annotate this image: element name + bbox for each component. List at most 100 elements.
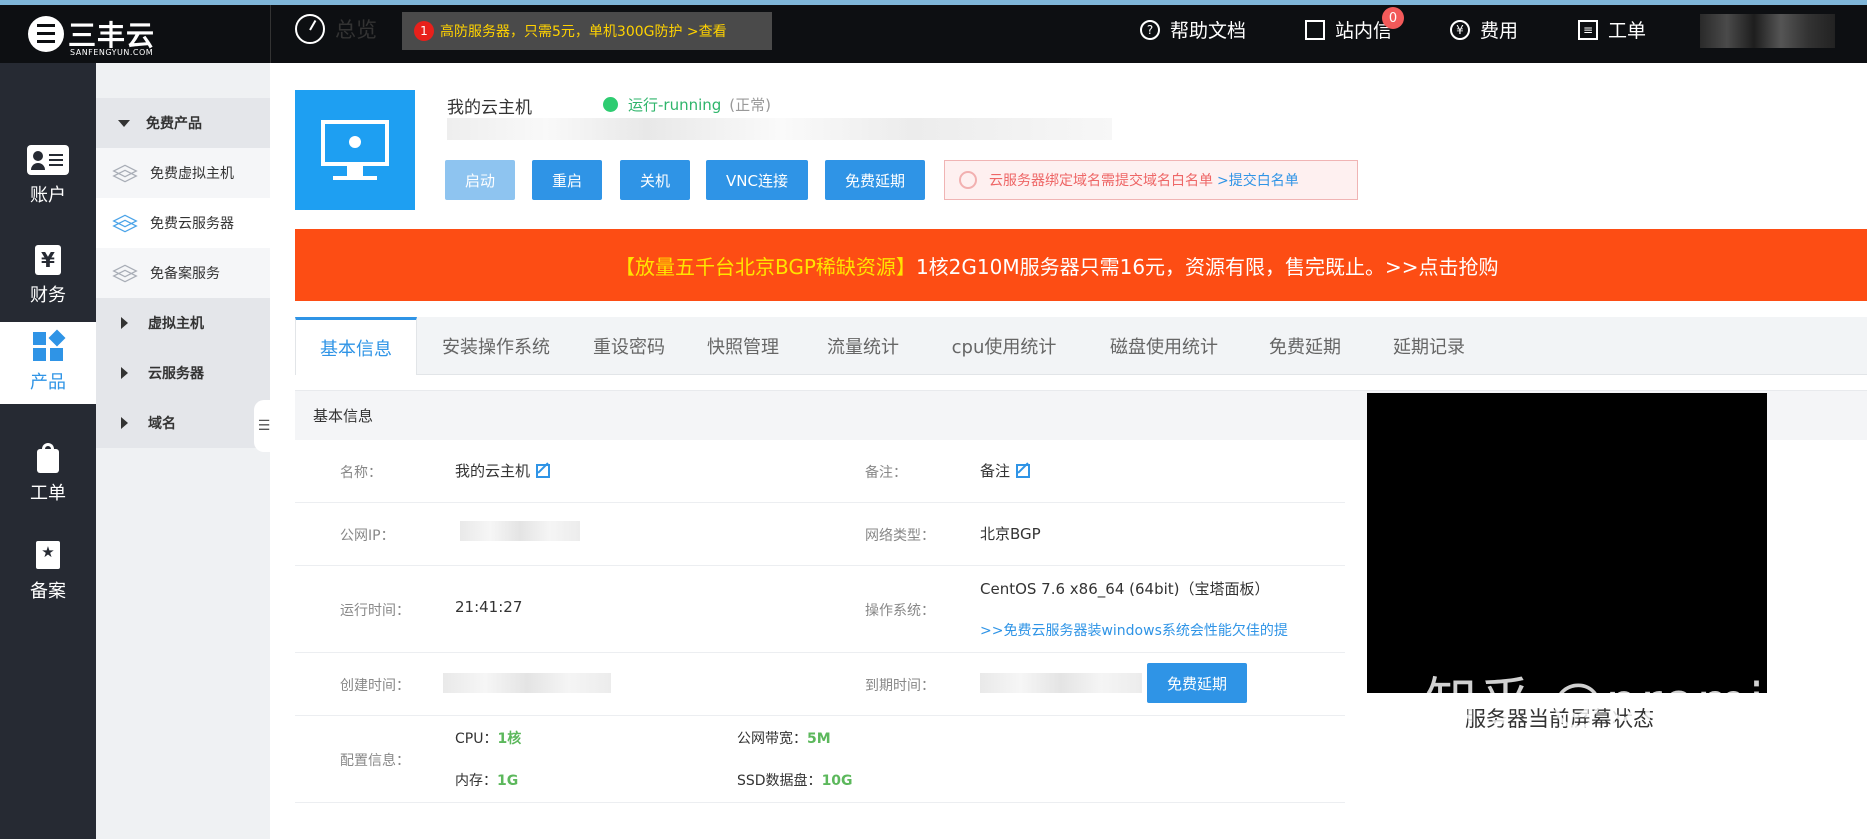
dashboard-icon — [295, 14, 325, 44]
overview-link[interactable]: 总览 — [295, 14, 377, 44]
disk-label: SSD数据盘： — [737, 773, 822, 789]
envelope-icon — [1305, 19, 1325, 40]
help-docs-link[interactable]: ? 帮助文档 — [1140, 16, 1246, 43]
edit-remark-icon[interactable] — [1016, 464, 1031, 478]
tab-cpu-stats[interactable]: cpu使用统计 — [923, 317, 1085, 375]
uptime-value: 21:41:27 — [455, 598, 523, 616]
restart-button[interactable]: 重启 — [532, 160, 602, 200]
shutdown-button[interactable]: 关机 — [620, 160, 690, 200]
sidebar-label-account: 账户 — [30, 185, 66, 206]
expire-label: 到期时间： — [865, 678, 935, 694]
host-status: 运行-running (正常) — [603, 94, 771, 115]
sidebar-item-account[interactable]: 账户 — [0, 135, 96, 217]
subnav-item-free-no-filing[interactable]: 免备案服务 — [96, 248, 270, 298]
caret-down-icon — [118, 119, 130, 127]
monitor-base — [333, 176, 377, 180]
tab-free-extend[interactable]: 免费延期 — [1243, 317, 1367, 375]
fees-label: 费用 — [1480, 20, 1519, 42]
sidebar-item-tickets[interactable]: 工单 — [0, 433, 96, 515]
remark-label: 备注： — [865, 465, 907, 481]
host-details-blurred — [447, 118, 1112, 140]
tab-traffic-stats[interactable]: 流量统计 — [803, 317, 923, 375]
subnav-label: 免费云服务器 — [150, 216, 234, 232]
monitor-stand — [347, 166, 363, 176]
info-row: 配置信息： CPU：1核 公网带宽：5M 内存：1G SSD数据盘：10G — [295, 716, 1345, 803]
promo-text: 高防服务器，只需5元，单机300G防护 >查看 — [440, 24, 727, 40]
subnav-item-free-vhost[interactable]: 免费虚拟主机 — [96, 148, 270, 198]
tab-disk-stats[interactable]: 磁盘使用统计 — [1085, 317, 1243, 375]
memory-value: 1G — [497, 773, 519, 789]
free-extend-button[interactable]: 免费延期 — [825, 160, 925, 200]
subnav-group-domain[interactable]: 域名 — [96, 398, 270, 448]
cpu-spec: CPU：1核 — [455, 728, 521, 748]
start-button[interactable]: 启动 — [445, 160, 515, 200]
vnc-connect-button[interactable]: VNC连接 — [706, 160, 808, 200]
brand-logo[interactable]: 三丰云 SANFENGYUN.COM — [28, 16, 168, 57]
whitelist-notice: 云服务器绑定域名需提交域名白名单 >提交白名单 — [944, 160, 1358, 200]
subnav-label: 域名 — [148, 416, 176, 432]
tab-install-os[interactable]: 安装操作系统 — [417, 317, 575, 375]
expire-extend-button[interactable]: 免费延期 — [1147, 663, 1247, 703]
network-type-value: 北京BGP — [980, 525, 1041, 543]
memory-label: 内存： — [455, 773, 497, 789]
tab-extend-records[interactable]: 延期记录 — [1367, 317, 1491, 375]
subnav-label: 免备案服务 — [150, 266, 220, 282]
subnav-group-free-products[interactable]: 免费产品 — [96, 98, 270, 148]
subnav-item-free-cloud[interactable]: 免费云服务器 — [96, 198, 270, 248]
sidebar-label-filing: 备案 — [30, 581, 66, 602]
public-ip-label: 公网IP： — [340, 528, 395, 544]
promo-banner[interactable]: 1 高防服务器，只需5元，单机300G防护 >查看 — [402, 12, 772, 50]
os-label: 操作系统： — [865, 603, 935, 619]
edit-name-icon[interactable] — [536, 464, 551, 478]
caret-right-icon — [121, 367, 128, 379]
sidebar-item-products[interactable]: 产品 — [0, 322, 96, 404]
overview-label: 总览 — [335, 18, 377, 42]
fees-link[interactable]: ¥ 费用 — [1450, 16, 1518, 43]
bandwidth-label: 公网带宽： — [737, 731, 807, 747]
subnav-group-vhost[interactable]: 虚拟主机 — [96, 298, 270, 348]
running-status-icon — [603, 97, 618, 112]
bag-icon — [27, 443, 69, 473]
yuan-icon: ¥ — [27, 245, 69, 275]
created-time-blurred — [443, 673, 611, 693]
detail-tabs: 基本信息 安装操作系统 重设密码 快照管理 流量统计 cpu使用统计 磁盘使用统… — [295, 317, 1867, 375]
subnav-group-cloud[interactable]: 云服务器 — [96, 348, 270, 398]
cpu-value: 1核 — [497, 731, 522, 747]
status-text: 运行-running — [628, 96, 722, 114]
server-screen-preview[interactable] — [1367, 393, 1767, 693]
tab-snapshots[interactable]: 快照管理 — [683, 317, 803, 375]
lightbulb-icon — [959, 171, 977, 189]
bandwidth-value: 5M — [807, 731, 831, 747]
help-docs-label: 帮助文档 — [1170, 20, 1247, 42]
disk-value: 10G — [821, 773, 853, 789]
expire-time-blurred — [980, 673, 1142, 693]
messages-link[interactable]: 站内信 — [1305, 16, 1392, 43]
sidebar-item-finance[interactable]: ¥ 财务 — [0, 235, 96, 317]
sidebar-label-products: 产品 — [30, 372, 66, 393]
tickets-link[interactable]: ≡ 工单 — [1578, 16, 1646, 43]
currency-icon: ¥ — [1450, 19, 1470, 40]
disk-spec: SSD数据盘：10G — [737, 770, 853, 790]
tab-basic-info[interactable]: 基本信息 — [295, 317, 417, 375]
name-value-text: 我的云主机 — [455, 462, 531, 480]
submit-whitelist-link[interactable]: >提交白名单 — [1217, 170, 1299, 190]
topbar-divider — [270, 5, 271, 63]
promo-strip-text: 1核2G10M服务器只需16元，资源有限，售完既止。>>点击抢购 — [915, 254, 1499, 279]
status-note: (正常) — [729, 96, 772, 114]
caret-right-icon — [121, 317, 128, 329]
public-ip-blurred — [460, 521, 580, 541]
grid-icon — [27, 329, 69, 362]
windows-performance-link[interactable]: >>免费云服务器装windows系统会性能欠佳的提 — [980, 620, 1300, 640]
subnav-label: 免费虚拟主机 — [150, 166, 234, 182]
caret-right-icon — [121, 417, 128, 429]
info-row: 运行时间： 21:41:27 操作系统： CentOS 7.6 x86_64 (… — [295, 566, 1345, 653]
promo-badge: 1 — [414, 21, 434, 41]
config-label: 配置信息： — [340, 753, 410, 769]
sidebar-item-filing[interactable]: ★ 备案 — [0, 531, 96, 613]
uptime-label: 运行时间： — [340, 603, 410, 619]
promo-strip[interactable]: 【放量五千台北京BGP稀缺资源】 1核2G10M服务器只需16元，资源有限，售完… — [295, 229, 1867, 301]
tab-reset-password[interactable]: 重设密码 — [575, 317, 683, 375]
info-row: 创建时间： 到期时间： 免费延期 — [295, 653, 1345, 716]
host-thumbnail — [295, 90, 415, 210]
user-avatar-blurred[interactable] — [1700, 14, 1835, 48]
